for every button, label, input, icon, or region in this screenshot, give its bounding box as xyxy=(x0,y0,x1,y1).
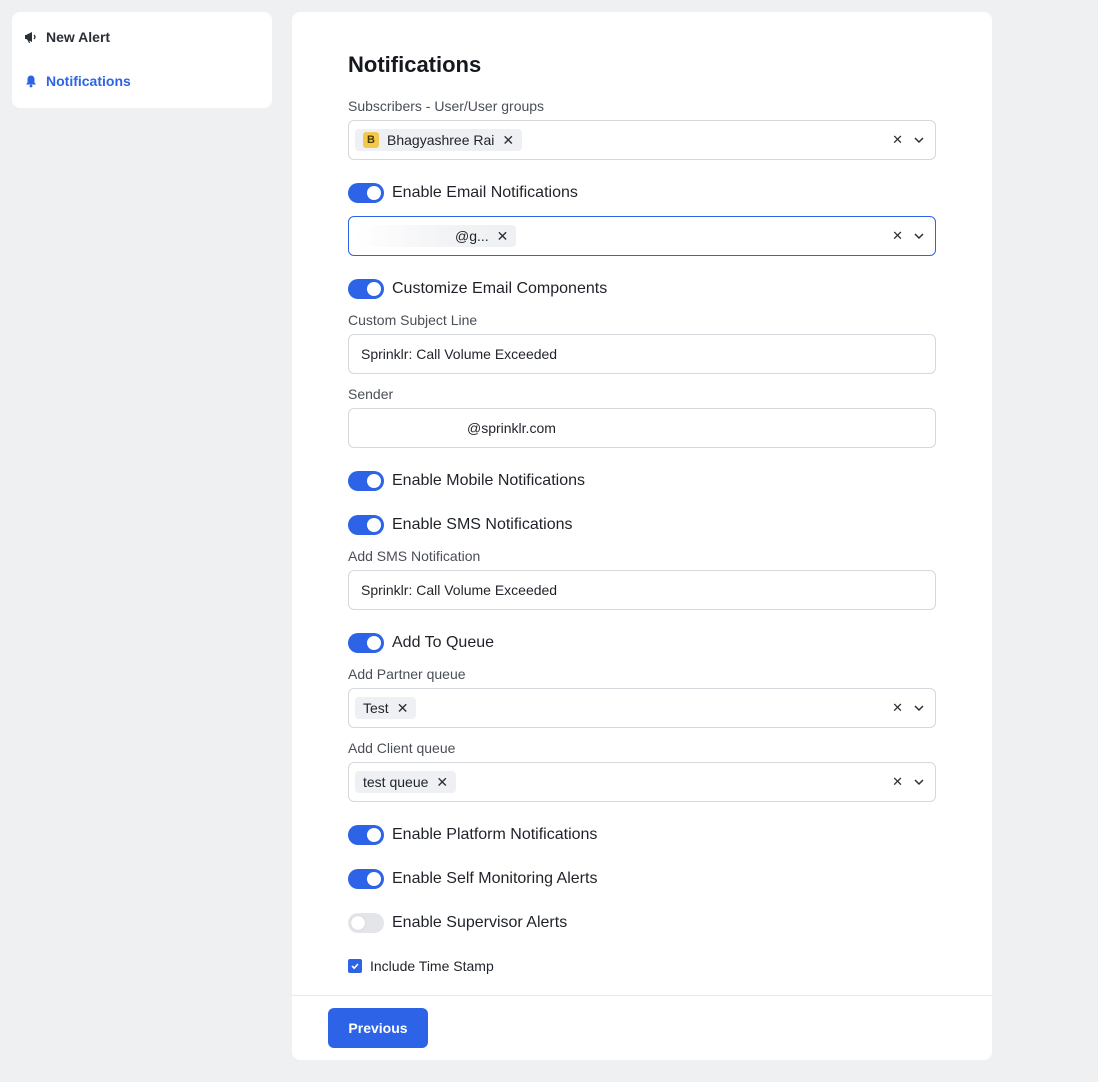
sms-input[interactable]: Sprinklr: Call Volume Exceeded xyxy=(348,570,936,610)
sms-notifications-row: Enable SMS Notifications xyxy=(348,514,573,536)
subscribers-select[interactable]: B Bhagyashree Rai ✕ ✕ xyxy=(348,120,936,160)
notifications-card: Notifications Subscribers - User/User gr… xyxy=(292,12,992,1060)
clear-icon[interactable]: ✕ xyxy=(892,132,903,148)
sender-label: Sender xyxy=(348,386,394,402)
avatar: B xyxy=(363,132,379,148)
subject-label: Custom Subject Line xyxy=(348,312,478,328)
page-title: Notifications xyxy=(348,52,482,77)
add-to-queue-toggle[interactable] xyxy=(348,633,384,653)
chip-text: @g... xyxy=(455,228,489,244)
toggle-label: Enable SMS Notifications xyxy=(392,516,573,533)
chip-remove-icon[interactable]: ✕ xyxy=(497,228,509,245)
checkbox-label: Include Time Stamp xyxy=(370,958,494,974)
subject-value: Sprinklr: Call Volume Exceeded xyxy=(361,346,558,362)
check-icon xyxy=(351,963,359,970)
chevron-down-icon[interactable] xyxy=(913,134,925,146)
clear-icon[interactable]: ✕ xyxy=(892,774,903,790)
client-queue-chip: test queue ✕ xyxy=(355,771,457,793)
self-monitoring-row: Enable Self Monitoring Alerts xyxy=(348,868,597,890)
chevron-down-icon[interactable] xyxy=(913,776,925,788)
toggle-label: Enable Self Monitoring Alerts xyxy=(392,870,598,887)
customize-email-toggle[interactable] xyxy=(348,279,384,299)
email-chip: @g... ✕ xyxy=(355,225,517,247)
toggle-label: Customize Email Components xyxy=(392,280,608,297)
sidebar-item-label: New Alert xyxy=(46,29,111,45)
partner-queue-select[interactable]: Test ✕ ✕ xyxy=(348,688,936,728)
client-queue-select[interactable]: test queue ✕ ✕ xyxy=(348,762,936,802)
sidebar-item-label: Notifications xyxy=(46,73,131,89)
clear-icon[interactable]: ✕ xyxy=(892,700,903,716)
chip-text: Bhagyashree Rai xyxy=(387,132,495,148)
sms-notifications-toggle[interactable] xyxy=(348,515,384,535)
toggle-label: Enable Platform Notifications xyxy=(392,826,598,843)
supervisor-alerts-toggle[interactable] xyxy=(348,913,384,933)
sms-value: Sprinklr: Call Volume Exceeded xyxy=(361,582,558,598)
platform-notifications-row: Enable Platform Notifications xyxy=(348,824,597,846)
partner-queue-chip: Test ✕ xyxy=(355,697,417,719)
sender-value: @sprinklr.com xyxy=(467,420,556,436)
clear-icon[interactable]: ✕ xyxy=(892,228,903,244)
partner-queue-label: Add Partner queue xyxy=(348,666,466,682)
bell-icon xyxy=(24,74,38,88)
client-queue-label: Add Client queue xyxy=(348,740,456,756)
email-recipients-select[interactable]: @g... ✕ ✕ xyxy=(348,216,936,256)
sidebar-item-new-alert[interactable]: New Alert xyxy=(24,26,260,48)
toggle-label: Enable Supervisor Alerts xyxy=(392,914,568,931)
subject-input[interactable]: Sprinklr: Call Volume Exceeded xyxy=(348,334,936,374)
mobile-notifications-toggle[interactable] xyxy=(348,471,384,491)
subscriber-chip: B Bhagyashree Rai ✕ xyxy=(355,129,523,151)
subscribers-label: Subscribers - User/User groups xyxy=(348,98,545,114)
sidebar: New Alert Notifications xyxy=(12,12,272,108)
chevron-down-icon[interactable] xyxy=(913,230,925,242)
timestamp-row: Include Time Stamp xyxy=(348,958,494,974)
email-notifications-row: Enable Email Notifications xyxy=(348,182,578,204)
mobile-notifications-row: Enable Mobile Notifications xyxy=(348,470,585,492)
toggle-label: Add To Queue xyxy=(392,634,495,651)
customize-email-row: Customize Email Components xyxy=(348,278,607,300)
timestamp-checkbox[interactable] xyxy=(348,959,362,973)
previous-button[interactable]: Previous xyxy=(328,1008,428,1048)
footer-divider xyxy=(292,995,992,996)
email-notifications-toggle[interactable] xyxy=(348,183,384,203)
sender-input[interactable]: @sprinklr.com xyxy=(348,408,936,448)
chip-text: Test xyxy=(363,700,389,716)
chevron-down-icon[interactable] xyxy=(913,702,925,714)
chip-remove-icon[interactable]: ✕ xyxy=(502,132,514,149)
supervisor-alerts-row: Enable Supervisor Alerts xyxy=(348,912,567,934)
self-monitoring-toggle[interactable] xyxy=(348,869,384,889)
toggle-label: Enable Mobile Notifications xyxy=(392,472,585,489)
add-to-queue-row: Add To Queue xyxy=(348,632,494,654)
sidebar-item-notifications[interactable]: Notifications xyxy=(24,70,260,92)
megaphone-icon xyxy=(24,30,38,44)
toggle-label: Enable Email Notifications xyxy=(392,184,578,201)
chip-text: test queue xyxy=(363,774,429,790)
chip-remove-icon[interactable]: ✕ xyxy=(397,700,409,717)
platform-notifications-toggle[interactable] xyxy=(348,825,384,845)
chip-remove-icon[interactable]: ✕ xyxy=(436,774,448,791)
sms-label: Add SMS Notification xyxy=(348,548,481,564)
